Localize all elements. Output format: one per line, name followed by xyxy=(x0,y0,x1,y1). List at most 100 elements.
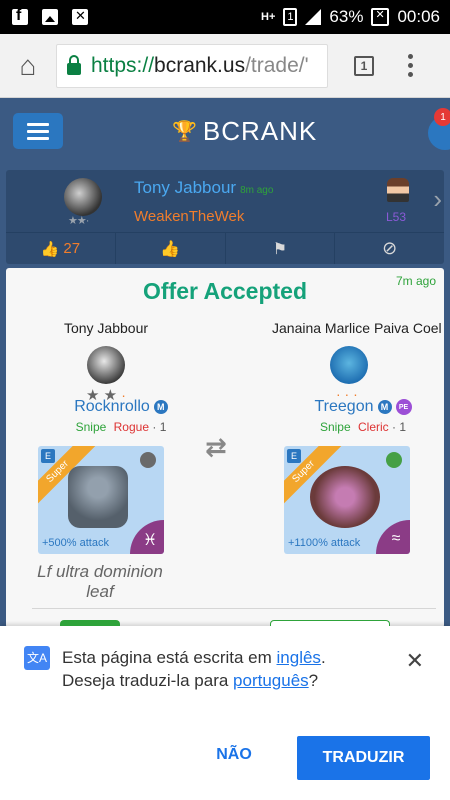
pe-badge: PE xyxy=(395,399,412,415)
home-button[interactable]: ⌂ xyxy=(0,50,56,82)
offer-left-user: Tony Jabbour ★ ★ · xyxy=(6,320,206,404)
author-name-text: Tony Jabbour xyxy=(134,178,237,197)
offer-title: Offer Accepted xyxy=(142,278,308,304)
translate-line2-end: ? xyxy=(308,671,319,690)
trade-time: 8m ago xyxy=(240,185,274,196)
left-monster-role: Snipe xyxy=(75,420,107,434)
partial-button xyxy=(60,620,120,626)
browser-menu-button[interactable] xyxy=(408,54,413,77)
right-user-avatar[interactable] xyxy=(330,346,368,384)
block-button[interactable]: ⊘ xyxy=(335,233,444,264)
left-user-name[interactable]: Tony Jabbour xyxy=(6,320,206,336)
pisces-icon: ♓ xyxy=(130,520,164,554)
decline-translate-button[interactable]: NÃO xyxy=(206,746,262,764)
home-icon: ⌂ xyxy=(19,49,37,81)
trophy-icon: 🏆 xyxy=(172,121,197,143)
browser-toolbar: ⌂ https:// bcrank.us /trade/' 1 xyxy=(0,34,450,98)
clock: 00:06 xyxy=(397,7,440,26)
battery-icon xyxy=(371,8,390,26)
hamburger-line xyxy=(27,122,49,126)
edit-icon: E xyxy=(287,449,301,463)
offer-text: WeakenTheWek xyxy=(134,208,245,225)
translate-button[interactable]: TRADUZIR xyxy=(297,736,430,780)
right-monster-card[interactable]: Super E ≈ +1100% attack xyxy=(284,446,410,554)
divider xyxy=(32,608,436,609)
hamburger-line xyxy=(27,129,49,133)
swap-arrows-icon: ⇄ xyxy=(205,432,227,462)
offer-time: 7m ago xyxy=(395,274,436,288)
monster-image xyxy=(68,466,128,528)
trade-card: ★★· Tony Jabbour 8m ago WeakenTheWek L53 … xyxy=(6,170,444,264)
offer-note: Lf ultra dominion leaf xyxy=(37,562,163,601)
rock-element-icon xyxy=(140,452,156,468)
tab-switcher-button[interactable]: 1 xyxy=(354,55,374,76)
url-scheme: https:// xyxy=(91,53,155,77)
menu-dot-icon xyxy=(408,54,413,59)
site-logo[interactable]: 🏆 BCRANK xyxy=(172,116,317,147)
level-label: L53 xyxy=(386,210,407,224)
facebook-notification-icon xyxy=(12,7,28,25)
translate-line1: Esta página está escrita em xyxy=(62,648,277,667)
signal-icon xyxy=(305,9,322,25)
author-name[interactable]: Tony Jabbour 8m ago xyxy=(134,178,273,198)
close-icon[interactable]: ✕ xyxy=(406,648,424,674)
flag-icon: ⚑ xyxy=(272,240,288,258)
monster-image xyxy=(310,466,380,528)
right-monster-name[interactable]: Treegon xyxy=(315,398,374,416)
left-monster-class: Rogue xyxy=(113,420,150,434)
network-type-label: H+ xyxy=(261,11,276,23)
mythic-badge: M xyxy=(153,400,168,414)
status-bar: H+ 1 63% 00:06 xyxy=(0,0,450,34)
right-monster-class: Cleric xyxy=(358,420,389,434)
right-monster-info: Treegon M PE Snipe Cleric · 1 xyxy=(278,398,448,434)
left-monster-info: Rocknrollo M Snipe Rogue · 1 xyxy=(74,398,168,434)
translate-line1-end: . xyxy=(320,648,326,667)
left-user-avatar[interactable] xyxy=(87,346,125,384)
translate-message: Esta página está escrita em inglês. Dese… xyxy=(62,646,382,692)
like-button[interactable]: 👍 xyxy=(116,233,226,264)
author-stars: ★★· xyxy=(68,215,89,227)
menu-dot-icon xyxy=(408,72,413,77)
report-button[interactable]: ⚑ xyxy=(226,233,336,264)
right-monster-role: Snipe xyxy=(319,420,351,434)
target-language-link[interactable]: português xyxy=(233,671,309,690)
partial-button xyxy=(270,620,390,626)
right-user-name[interactable]: Janaina Marlice Paiva Coel xyxy=(272,320,444,336)
sim-icon: 1 xyxy=(283,8,298,26)
nav-menu-button[interactable] xyxy=(13,113,63,149)
translate-banner: 文A Esta página está escrita em inglês. D… xyxy=(0,620,450,800)
site-header: 🏆 BCRANK 1 xyxy=(0,98,450,164)
lock-icon xyxy=(67,54,81,75)
offer-right-user: Janaina Marlice Paiva Coel · · · xyxy=(272,320,444,403)
source-language-link[interactable]: inglês xyxy=(277,648,321,667)
thumbs-up-icon: 👍 xyxy=(160,240,181,258)
translate-icon: 文A xyxy=(24,646,50,670)
battery-percent: 63% xyxy=(329,7,364,26)
aquarius-icon: ≈ xyxy=(376,520,410,554)
mythic-badge: M xyxy=(377,400,392,414)
notification-badge: 1 xyxy=(434,108,450,126)
gallery-notification-icon xyxy=(42,9,58,25)
author-avatar[interactable] xyxy=(64,178,102,216)
url-path: /trade/' xyxy=(245,53,309,77)
leaf-element-icon xyxy=(386,452,402,468)
ban-icon: ⊘ xyxy=(382,238,398,258)
mail-notification-icon xyxy=(72,8,88,25)
url-host: bcrank.us xyxy=(154,53,246,77)
address-bar[interactable]: https:// bcrank.us /trade/' xyxy=(56,43,328,88)
left-monster-name[interactable]: Rocknrollo xyxy=(74,398,150,416)
likes-value: 27 xyxy=(63,240,81,257)
right-monster-tier: 1 xyxy=(399,420,407,434)
trade-actions: 👍 27 👍 ⚑ ⊘ xyxy=(6,232,444,264)
character-icon xyxy=(387,178,409,202)
translate-line2: Deseja traduzi-la para xyxy=(62,671,234,690)
likes-count[interactable]: 👍 27 xyxy=(6,233,116,264)
edit-icon: E xyxy=(41,449,55,463)
hamburger-line xyxy=(27,136,49,140)
right-attack-bonus: +1100% attack xyxy=(288,537,361,549)
logo-text: BCRANK xyxy=(202,116,318,146)
chevron-right-icon[interactable]: › xyxy=(433,184,442,215)
left-monster-card[interactable]: Super E ♓ +500% attack xyxy=(38,446,164,554)
left-monster-tier: 1 xyxy=(159,420,167,434)
thumbs-up-icon: 👍 xyxy=(40,240,60,258)
